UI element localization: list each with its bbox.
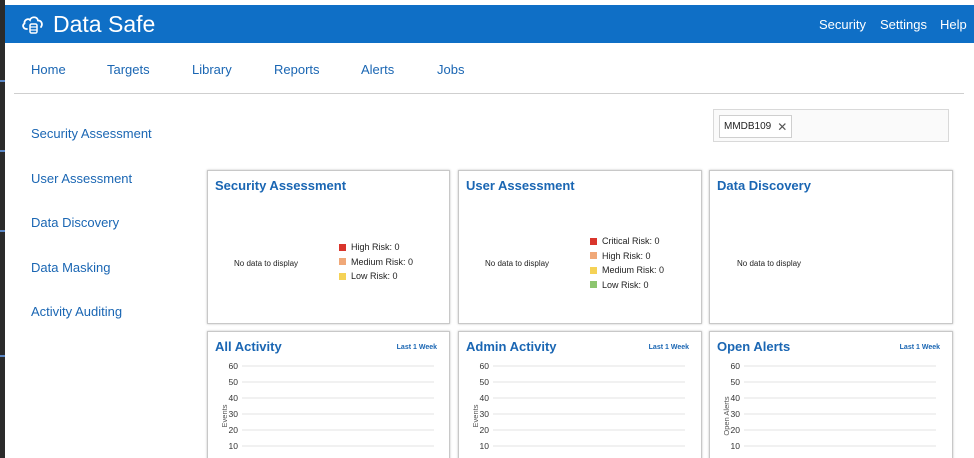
strip-mark bbox=[0, 150, 5, 152]
y-tick-label: 10 bbox=[480, 441, 490, 451]
medium-risk-swatch bbox=[339, 258, 346, 266]
cloud-database-icon bbox=[22, 16, 43, 34]
low-risk-swatch bbox=[590, 281, 597, 289]
all-activity-card: All Activity Last 1 Week 60 50 40 30 20 10 Eve… bbox=[207, 331, 450, 458]
sidebar-item-user-assessment[interactable]: User Assessment bbox=[31, 171, 132, 186]
settings-link[interactable]: Settings bbox=[880, 17, 927, 32]
risk-legend: Critical Risk: 0 High Risk: 0 Medium Ris… bbox=[590, 234, 664, 292]
medium-risk-swatch bbox=[590, 266, 597, 274]
y-axis-title: Events bbox=[471, 404, 480, 427]
target-chip[interactable]: MMDB109 ✕ bbox=[719, 115, 793, 138]
target-filter[interactable]: MMDB109 ✕ bbox=[713, 109, 949, 142]
legend-item: High Risk: 0 bbox=[339, 240, 413, 255]
nav-home[interactable]: Home bbox=[31, 62, 66, 77]
main-nav: Home Targets Library Reports Alerts Jobs bbox=[5, 43, 974, 93]
sidebar-item-data-masking[interactable]: Data Masking bbox=[31, 260, 110, 275]
app-header: Data Safe Security Settings Help bbox=[5, 5, 974, 43]
y-tick-label: 40 bbox=[229, 393, 239, 403]
user-assessment-card: User Assessment No data to display Criti… bbox=[458, 170, 702, 324]
y-tick-label: 40 bbox=[480, 393, 490, 403]
nav-reports[interactable]: Reports bbox=[274, 62, 320, 77]
strip-mark bbox=[0, 230, 5, 232]
legend-label: Low Risk: 0 bbox=[602, 279, 649, 290]
target-chip-label: MMDB109 bbox=[724, 121, 772, 132]
legend-label: Medium Risk: 0 bbox=[351, 256, 414, 267]
y-tick-label: 30 bbox=[229, 409, 239, 419]
sidebar-item-activity-auditing[interactable]: Activity Auditing bbox=[31, 304, 122, 319]
y-tick-label: 20 bbox=[229, 425, 239, 435]
y-tick-label: 30 bbox=[480, 409, 490, 419]
high-risk-swatch bbox=[339, 243, 346, 251]
app-title: Data Safe bbox=[53, 11, 156, 37]
sidebar-item-data-discovery[interactable]: Data Discovery bbox=[31, 215, 119, 230]
security-assessment-card: Security Assessment No data to display H… bbox=[207, 170, 450, 324]
high-risk-swatch bbox=[590, 252, 597, 260]
nav-library[interactable]: Library bbox=[192, 62, 232, 77]
risk-legend: High Risk: 0 Medium Risk: 0 Low Risk: 0 bbox=[339, 240, 413, 284]
low-risk-swatch bbox=[339, 272, 346, 280]
legend-item: Medium Risk: 0 bbox=[590, 263, 664, 278]
legend-item: Critical Risk: 0 bbox=[590, 234, 664, 249]
no-data-message: No data to display bbox=[234, 259, 299, 268]
legend-label: Low Risk: 0 bbox=[351, 271, 398, 282]
y-tick-label: 30 bbox=[731, 409, 741, 419]
y-axis-title: Open Alerts bbox=[722, 396, 731, 435]
card-title: Data Discovery bbox=[717, 178, 811, 193]
y-tick-label: 20 bbox=[480, 425, 490, 435]
card-title: Security Assessment bbox=[215, 178, 347, 193]
y-tick-label: 10 bbox=[229, 441, 239, 451]
y-tick-label: 40 bbox=[731, 393, 741, 403]
legend-item: Low Risk: 0 bbox=[590, 278, 664, 293]
nav-targets[interactable]: Targets bbox=[107, 62, 150, 77]
legend-item: Low Risk: 0 bbox=[339, 269, 413, 284]
strip-mark bbox=[0, 355, 5, 357]
y-tick-label: 20 bbox=[731, 425, 741, 435]
legend-label: High Risk: 0 bbox=[602, 250, 651, 261]
critical-risk-swatch bbox=[590, 237, 597, 245]
legend-item: High Risk: 0 bbox=[590, 249, 664, 264]
legend-item: Medium Risk: 0 bbox=[339, 255, 413, 270]
y-tick-label: 50 bbox=[731, 377, 741, 387]
no-data-message: No data to display bbox=[485, 259, 550, 268]
events-bar-chart: 60 50 40 30 20 10 Events bbox=[471, 361, 685, 451]
no-data-message: No data to display bbox=[737, 259, 802, 268]
security-link[interactable]: Security bbox=[819, 17, 866, 32]
close-icon[interactable]: ✕ bbox=[777, 121, 787, 133]
sidebar-item-security-assessment[interactable]: Security Assessment bbox=[31, 126, 152, 141]
open-alerts-card: Open Alerts Last 1 Week 60 50 40 30 20 10 Open… bbox=[709, 331, 953, 458]
nav-divider bbox=[14, 93, 964, 94]
alerts-bar-chart: 60 50 40 30 20 10Open Alerts bbox=[722, 361, 936, 451]
help-link[interactable]: Help bbox=[940, 17, 967, 32]
y-axis-title: Events bbox=[220, 404, 229, 427]
y-tick-label: 10 bbox=[731, 441, 741, 451]
y-tick-label: 60 bbox=[480, 361, 490, 371]
legend-label: Critical Risk: 0 bbox=[602, 236, 660, 247]
y-tick-label: 50 bbox=[480, 377, 490, 387]
y-tick-label: 60 bbox=[229, 361, 239, 371]
events-bar-chart: 60 50 40 30 20 10 Events bbox=[220, 361, 434, 451]
data-discovery-card: Data Discovery No data to display bbox=[709, 170, 953, 324]
y-tick-label: 50 bbox=[229, 377, 239, 387]
nav-jobs[interactable]: Jobs bbox=[437, 62, 464, 77]
card-title: User Assessment bbox=[466, 178, 575, 193]
admin-activity-card: Admin Activity Last 1 Week 60 50 40 30 20 10 E… bbox=[458, 331, 702, 458]
legend-label: Medium Risk: 0 bbox=[602, 265, 665, 276]
nav-alerts[interactable]: Alerts bbox=[361, 62, 394, 77]
y-tick-label: 60 bbox=[731, 361, 741, 371]
legend-label: High Risk: 0 bbox=[351, 242, 400, 253]
